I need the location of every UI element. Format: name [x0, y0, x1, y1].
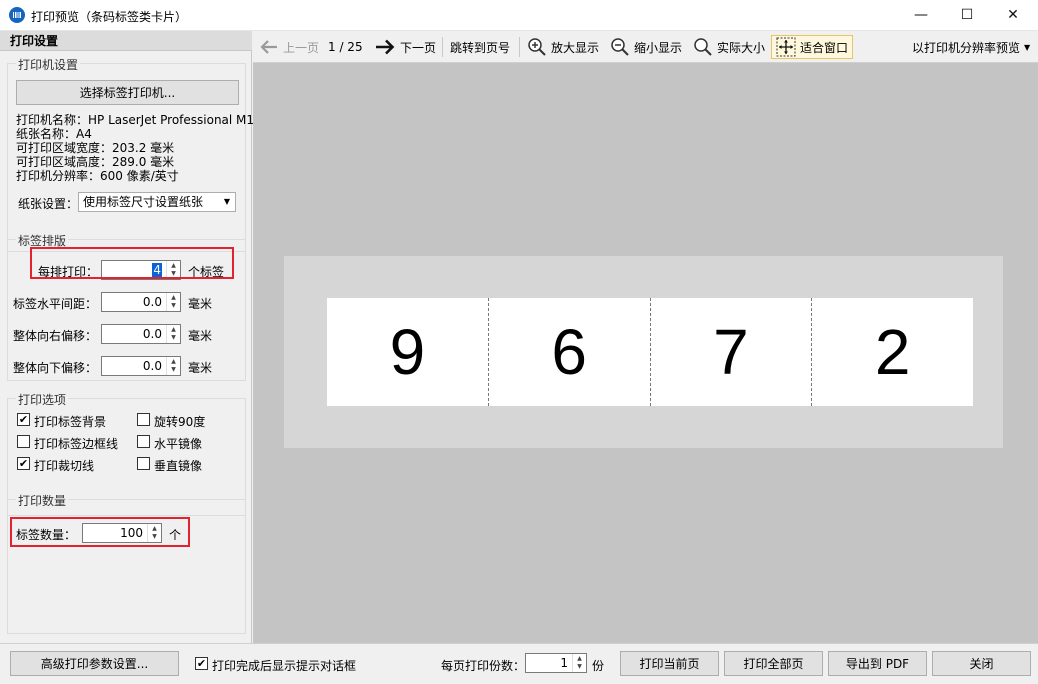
- fit-window-label: 适合窗口: [800, 40, 849, 55]
- mirror-vertical-checkbox[interactable]: [137, 457, 150, 470]
- print-current-page-button[interactable]: 打印当前页: [620, 651, 719, 676]
- offset-down-unit: 毫米: [188, 361, 213, 375]
- print-border-label[interactable]: 打印标签边框线: [34, 435, 118, 452]
- paper-setting-value: 使用标签尺寸设置纸张: [83, 195, 204, 209]
- label-card: 9: [327, 298, 489, 406]
- show-dialog-label[interactable]: 打印完成后显示提示对话框: [212, 657, 356, 674]
- chevron-down-icon: ▼: [223, 197, 230, 206]
- fit-window-button[interactable]: 适合窗口: [771, 35, 854, 59]
- h-spacing-value: 0.0: [142, 295, 162, 309]
- actual-size-label: 实际大小: [717, 40, 766, 55]
- label-row: 9 6 7 2: [327, 298, 973, 406]
- print-background-label[interactable]: 打印标签背景: [34, 413, 106, 430]
- goto-page-button[interactable]: 跳转到页号: [450, 35, 510, 59]
- spin-arrows-icon[interactable]: ▲ ▼: [572, 654, 586, 672]
- checkmark-icon: ✔: [18, 413, 29, 426]
- copies-label: 每页打印份数：: [441, 659, 526, 673]
- paper-sheet: 9 6 7 2: [284, 256, 1003, 448]
- printer-settings-group: 打印机设置 选择标签打印机... 打印机名称：HP LaserJet Profe…: [7, 56, 254, 252]
- minimize-button[interactable]: —: [898, 0, 944, 30]
- offset-down-label: 整体向下偏移：: [13, 361, 98, 375]
- fit-window-icon: [776, 37, 796, 57]
- prev-page-label: 上一页: [283, 40, 320, 55]
- spin-arrows-icon[interactable]: ▲ ▼: [166, 357, 180, 375]
- print-border-checkbox[interactable]: [17, 435, 30, 448]
- print-cut-line-checkbox[interactable]: ✔: [17, 457, 30, 470]
- copies-unit: 份: [592, 659, 605, 673]
- toolbar-divider: [442, 37, 443, 57]
- advanced-settings-button[interactable]: 高级打印参数设置...: [10, 651, 179, 676]
- zoom-out-button[interactable]: 缩小显示: [610, 35, 682, 59]
- spin-arrows-icon[interactable]: ▲ ▼: [166, 325, 180, 343]
- offset-down-stepper[interactable]: 0.0 ▲ ▼: [101, 356, 181, 376]
- close-window-button[interactable]: ✕: [990, 0, 1036, 30]
- offset-right-value: 0.0: [142, 327, 162, 341]
- mirror-horizontal-label[interactable]: 水平镜像: [154, 435, 202, 452]
- checkmark-icon: ✔: [18, 457, 29, 470]
- preview-toolbar: 上一页 1 / 25 下一页 跳转到页号 放大显示 缩小显示 实际大小 适合窗口…: [253, 31, 1038, 63]
- page-indicator: 1 / 25: [328, 40, 363, 54]
- print-cut-line-label[interactable]: 打印裁切线: [34, 457, 94, 474]
- toolbar-divider: [519, 37, 520, 57]
- offset-right-stepper[interactable]: 0.0 ▲ ▼: [101, 324, 181, 344]
- chevron-down-icon: ▼: [1024, 42, 1031, 52]
- preview-mode-dropdown[interactable]: 以打印机分辨率预览 ▼: [912, 35, 1030, 59]
- preview-mode-label: 以打印机分辨率预览: [912, 40, 1021, 55]
- next-page-label: 下一页: [400, 40, 437, 55]
- app-logo-icon: [9, 7, 25, 23]
- window-title: 打印预览（条码标签类卡片）: [31, 10, 188, 24]
- title-bar: 打印预览（条码标签类卡片） — ☐ ✕: [0, 0, 1038, 31]
- select-printer-button[interactable]: 选择标签打印机...: [16, 80, 239, 105]
- spin-arrows-icon[interactable]: ▲ ▼: [166, 293, 180, 311]
- maximize-button[interactable]: ☐: [944, 0, 990, 30]
- per-row-highlight: [30, 247, 234, 279]
- show-dialog-checkbox[interactable]: ✔: [195, 657, 208, 670]
- h-spacing-stepper[interactable]: 0.0 ▲ ▼: [101, 292, 181, 312]
- arrow-left-icon: [260, 40, 277, 54]
- print-background-checkbox[interactable]: ✔: [17, 413, 30, 426]
- mirror-horizontal-checkbox[interactable]: [137, 435, 150, 448]
- print-all-pages-button[interactable]: 打印全部页: [724, 651, 823, 676]
- h-spacing-unit: 毫米: [188, 297, 213, 311]
- actual-size-button[interactable]: 实际大小: [693, 35, 765, 59]
- checkmark-icon: ✔: [196, 657, 207, 670]
- zoom-out-icon: [611, 38, 629, 56]
- quantity-highlight: [10, 517, 190, 547]
- zoom-in-button[interactable]: 放大显示: [527, 35, 599, 59]
- options-group-title: 打印选项: [16, 391, 69, 408]
- label-card: 6: [488, 298, 651, 406]
- rotate-90-label[interactable]: 旋转90度: [154, 413, 205, 430]
- paper-setting-select[interactable]: 使用标签尺寸设置纸张 ▼: [78, 192, 236, 212]
- preview-canvas[interactable]: 9 6 7 2: [253, 63, 1038, 643]
- printer-group-title: 打印机设置: [16, 56, 81, 73]
- copies-value: 1: [560, 656, 568, 670]
- arrow-right-icon: [376, 39, 395, 55]
- settings-panel-header: 打印设置: [0, 31, 252, 51]
- mirror-vertical-label[interactable]: 垂直镜像: [154, 457, 202, 474]
- print-settings-panel: 打印设置 打印机设置 选择标签打印机... 打印机名称：HP LaserJet …: [0, 31, 254, 643]
- label-card: 7: [650, 298, 813, 406]
- offset-right-unit: 毫米: [188, 329, 213, 343]
- magnifier-icon: [694, 38, 712, 56]
- resolution-text: 打印机分辨率：600 像素/英寸: [16, 169, 179, 183]
- copies-stepper[interactable]: 1 ▲ ▼: [525, 653, 587, 673]
- h-spacing-label: 标签水平间距：: [13, 297, 98, 311]
- offset-right-label: 整体向右偏移：: [13, 329, 98, 343]
- zoom-in-label: 放大显示: [551, 40, 600, 55]
- next-page-button[interactable]: 下一页: [374, 35, 436, 59]
- zoom-in-icon: [528, 38, 546, 56]
- rotate-90-checkbox[interactable]: [137, 413, 150, 426]
- close-button[interactable]: 关闭: [932, 651, 1031, 676]
- offset-down-value: 0.0: [142, 359, 162, 373]
- export-pdf-button[interactable]: 导出到 PDF: [828, 651, 927, 676]
- label-card: 2: [812, 298, 973, 406]
- paper-setting-label: 纸张设置：: [18, 197, 79, 211]
- zoom-out-label: 缩小显示: [634, 40, 683, 55]
- prev-page-button[interactable]: 上一页: [259, 35, 319, 59]
- bottom-action-bar: 高级打印参数设置... ✔ 打印完成后显示提示对话框 每页打印份数： 1 ▲ ▼ …: [0, 643, 1038, 684]
- quantity-group-title: 打印数量: [16, 492, 69, 509]
